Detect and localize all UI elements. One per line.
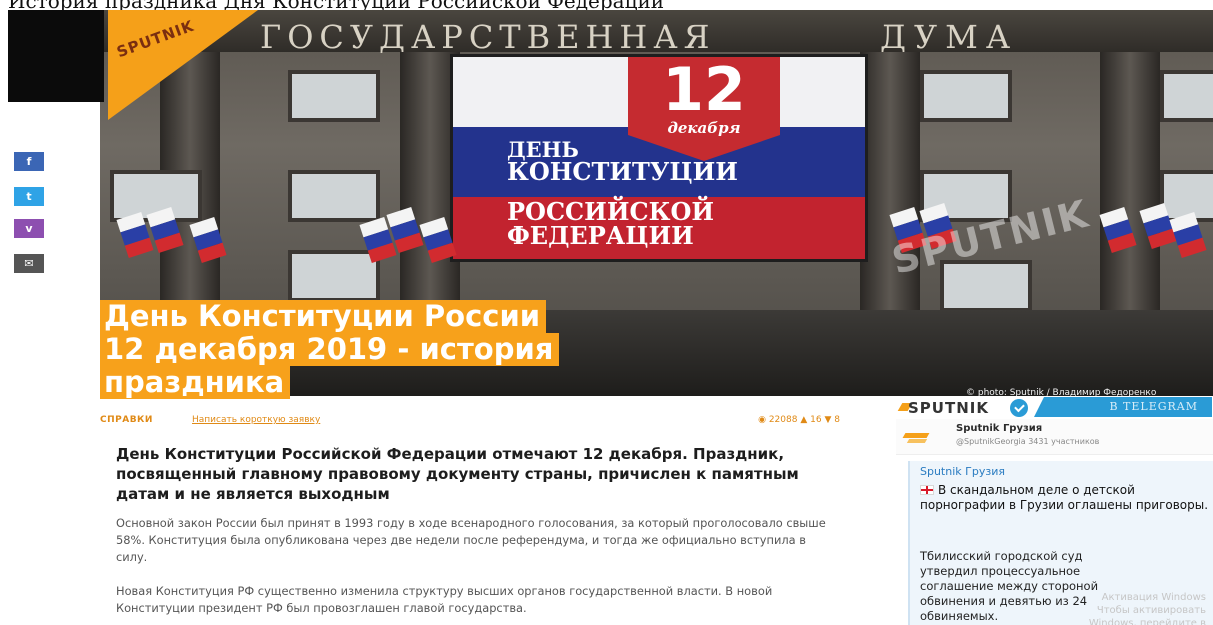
banner-month: декабря xyxy=(667,119,741,137)
views-count: 22088 xyxy=(768,415,798,425)
share-email-button[interactable]: ✉ xyxy=(14,254,44,273)
viber-icon: v xyxy=(25,222,33,235)
duma-sign-right: ДУМА xyxy=(880,18,1019,56)
hero-title-line-1: День Конституции России xyxy=(100,300,547,333)
views-icon: ◉ xyxy=(758,415,766,425)
channel-subscribers: @SputnikGeorgia 3431 участников xyxy=(956,437,1100,446)
facebook-icon: f xyxy=(26,155,32,168)
hero-title-line-2: 12 декабря 2019 - история xyxy=(100,333,560,366)
article-stats: ◉ 22088 ▲ 16 ▼ 8 xyxy=(758,415,840,425)
banner-line-2: КОНСТИТУЦИИ xyxy=(507,157,738,186)
verified-icon xyxy=(1010,399,1028,417)
share-twitter-button[interactable]: t xyxy=(14,187,44,206)
twitter-icon: t xyxy=(26,190,32,203)
constitution-day-banner: 12 декабря ДЕНЬ КОНСТИТУЦИИ РОССИЙСКОЙ Ф… xyxy=(450,54,868,262)
article-category[interactable]: СПРАВКИ xyxy=(100,415,153,425)
share-facebook-button[interactable]: f xyxy=(14,152,44,171)
banner-line-4: ФЕДЕРАЦИИ xyxy=(507,221,694,250)
channel-name: Sputnik Грузия xyxy=(956,423,1043,434)
article-paragraph: Основной закон России был принят в 1993 … xyxy=(116,516,826,564)
telegram-post[interactable]: Sputnik Грузия В скандальном деле о детс… xyxy=(908,461,1213,625)
share-viber-button[interactable]: v xyxy=(14,219,44,238)
sputnik-logo[interactable]: SPUTNIK xyxy=(8,0,258,122)
building-window xyxy=(288,170,380,222)
widget-header: SPUTNIK В TELEGRAM xyxy=(896,397,1213,417)
dislike-icon[interactable]: ▼ xyxy=(824,415,831,425)
related-link[interactable]: Написать короткую заявку xyxy=(192,415,320,425)
activation-overlay: Активация Windows Чтобы активировать Win… xyxy=(1088,592,1206,625)
widget-brand: SPUTNIK xyxy=(908,399,989,417)
article-meta: СПРАВКИ Написать короткую заявку ◉ 22088… xyxy=(100,415,850,429)
telegram-widget: SPUTNIK В TELEGRAM Sputnik Грузия @Sputn… xyxy=(896,397,1213,625)
dislikes-count: 8 xyxy=(834,415,840,425)
channel-logo-icon xyxy=(902,425,930,445)
georgia-flag-icon xyxy=(920,485,934,495)
post-headline: В скандальном деле о детской порнографии… xyxy=(920,483,1209,512)
duma-sign-left: ГОСУДАРСТВЕННАЯ xyxy=(260,18,716,56)
likes-count: 16 xyxy=(810,415,822,425)
hero-title-line-3: праздника xyxy=(100,366,291,399)
building-window xyxy=(288,70,380,122)
photo-credit: © photo: Sputnik / Владимир Федоренко xyxy=(966,388,1157,396)
building-window xyxy=(920,70,1012,122)
banner-day-number: 12 xyxy=(662,55,746,125)
channel-header[interactable]: Sputnik Грузия @SputnikGeorgia 3431 учас… xyxy=(896,419,1213,455)
post-author[interactable]: Sputnik Грузия xyxy=(920,465,1005,478)
telegram-link[interactable]: В TELEGRAM xyxy=(1034,397,1212,417)
email-icon: ✉ xyxy=(24,257,34,270)
building-window xyxy=(1160,70,1213,122)
hero-title: День Конституции России 12 декабря 2019 … xyxy=(100,300,560,399)
like-icon[interactable]: ▲ xyxy=(800,415,807,425)
building-window xyxy=(288,250,380,302)
article-paragraph: Новая Конституция РФ существенно изменил… xyxy=(116,584,773,615)
article-lead: День Конституции Российской Федерации от… xyxy=(116,445,799,503)
